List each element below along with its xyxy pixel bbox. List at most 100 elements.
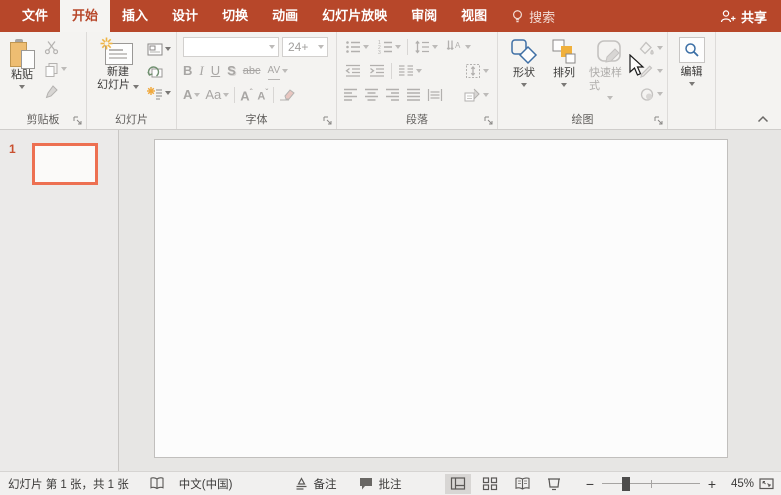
editing-button[interactable]: 编辑 [676, 35, 708, 113]
share-button[interactable]: 共享 [720, 0, 767, 32]
shrink-font-button[interactable]: Aˇ [257, 85, 268, 105]
shapes-button[interactable]: 形状 [506, 35, 542, 113]
collapse-ribbon-button[interactable] [757, 115, 769, 123]
increase-indent-button[interactable] [367, 62, 387, 80]
eraser-icon [279, 88, 295, 100]
font-color-button[interactable]: A [183, 87, 201, 103]
arrange-button[interactable]: 排列 [546, 35, 582, 113]
bullets-button[interactable] [343, 38, 371, 56]
cut-button[interactable] [42, 38, 69, 56]
zoom-in-button[interactable]: + [706, 476, 718, 492]
new-slide-icon [100, 37, 134, 66]
normal-view-button[interactable] [445, 473, 471, 494]
tab-insert[interactable]: 插入 [110, 0, 160, 32]
line-spacing-button[interactable] [412, 38, 440, 56]
svg-text:3: 3 [378, 50, 381, 55]
arrange-label: 排列 [553, 67, 575, 79]
zoom-slider-thumb[interactable] [622, 476, 630, 491]
tab-file[interactable]: 文件 [10, 0, 60, 32]
change-case-button[interactable]: Aa [205, 87, 230, 103]
columns-button[interactable] [396, 62, 424, 80]
zoom-slider[interactable] [602, 476, 700, 491]
ribbon-tab-bar: 文件 开始 插入 设计 切换 动画 幻灯片放映 审阅 视图 搜索 共享 [0, 0, 781, 32]
zoom-level[interactable]: 45% [720, 478, 754, 490]
shape-effects-icon [640, 87, 654, 101]
paste-button[interactable]: 粘贴 [6, 35, 38, 113]
quick-styles-button[interactable]: 快速样式 [586, 35, 633, 113]
section-button[interactable] [145, 84, 173, 102]
tab-view[interactable]: 视图 [449, 0, 499, 32]
comments-button[interactable]: 批注 [358, 476, 401, 492]
layout-icon [147, 43, 163, 55]
justify-button[interactable] [406, 88, 421, 102]
new-slide-button[interactable]: 新建 幻灯片 [94, 35, 142, 113]
shapes-label: 形状 [513, 67, 535, 79]
shape-fill-button[interactable] [637, 39, 665, 57]
shape-outline-button[interactable] [637, 62, 665, 80]
shapes-icon [511, 39, 538, 65]
text-direction-button[interactable]: A [444, 38, 473, 56]
slide-thumbnail-1[interactable] [32, 143, 98, 185]
grow-font-label: A [240, 88, 250, 104]
paragraph-dialog-launcher[interactable] [484, 116, 494, 126]
reset-slide-button[interactable] [145, 62, 173, 80]
reading-view-button[interactable] [509, 474, 535, 494]
comments-label: 批注 [378, 478, 402, 491]
font-size-combobox[interactable]: 24+ [282, 37, 328, 57]
tab-design[interactable]: 设计 [160, 0, 210, 32]
tab-slideshow[interactable]: 幻灯片放映 [310, 0, 399, 32]
spell-check-button[interactable] [149, 476, 165, 491]
comment-icon [360, 478, 373, 490]
bold-button[interactable]: B [183, 63, 192, 79]
character-spacing-button[interactable]: AV [267, 63, 289, 80]
drawing-dialog-launcher[interactable] [654, 116, 664, 126]
ribbon-group-editing: 编辑 [668, 32, 716, 129]
slide-sorter-icon [482, 477, 498, 491]
zoom-out-button[interactable]: − [584, 476, 596, 492]
decrease-indent-icon [345, 64, 360, 77]
normal-view-icon [450, 477, 466, 490]
layout-button[interactable] [145, 40, 173, 58]
language-button[interactable]: 中文(中国) [179, 476, 233, 492]
group-label-slides: 幻灯片 [115, 114, 148, 126]
tab-transitions[interactable]: 切换 [210, 0, 260, 32]
distribute-columns-button[interactable] [427, 88, 443, 102]
underline-button[interactable]: U [211, 63, 220, 79]
grow-font-button[interactable]: Aˆ [240, 85, 252, 104]
font-color-label: A [183, 87, 193, 102]
shape-effects-button[interactable] [637, 85, 665, 103]
clear-formatting-button[interactable] [279, 87, 295, 104]
slideshow-view-button[interactable] [541, 474, 567, 494]
numbering-button[interactable]: 123 [375, 38, 403, 56]
ribbon-group-drawing: 形状 排列 快速样式 绘图 [498, 32, 668, 129]
bullets-icon [346, 41, 360, 53]
convert-to-smartart-button[interactable] [462, 86, 491, 104]
format-painter-button[interactable] [42, 82, 69, 100]
font-dialog-launcher[interactable] [323, 116, 333, 126]
text-shadow-button[interactable]: S [227, 63, 236, 79]
tab-animations[interactable]: 动画 [260, 0, 310, 32]
italic-button[interactable]: I [199, 63, 203, 79]
font-size-value: 24+ [288, 40, 309, 54]
smartart-icon [464, 88, 480, 102]
fit-to-window-button[interactable] [758, 476, 775, 491]
strikethrough-button[interactable]: abc [243, 63, 261, 79]
slide-canvas[interactable] [154, 139, 728, 458]
font-name-combobox[interactable] [183, 37, 279, 57]
align-right-button[interactable] [385, 88, 400, 102]
tab-home[interactable]: 开始 [60, 0, 111, 32]
slide-sorter-view-button[interactable] [477, 474, 503, 494]
columns-icon [399, 65, 413, 76]
scissors-icon [44, 40, 59, 54]
copy-button[interactable] [42, 60, 69, 78]
align-text-vertical-button[interactable] [463, 62, 491, 80]
tab-review[interactable]: 审阅 [399, 0, 449, 32]
svg-text:A: A [455, 41, 461, 50]
clipboard-dialog-launcher[interactable] [73, 116, 83, 126]
notes-button[interactable]: 备注 [294, 476, 336, 492]
align-left-button[interactable] [343, 88, 358, 102]
tell-me-search[interactable]: 搜索 [511, 0, 555, 32]
align-center-button[interactable] [364, 88, 379, 102]
reset-icon [147, 65, 163, 77]
decrease-indent-button[interactable] [343, 62, 363, 80]
